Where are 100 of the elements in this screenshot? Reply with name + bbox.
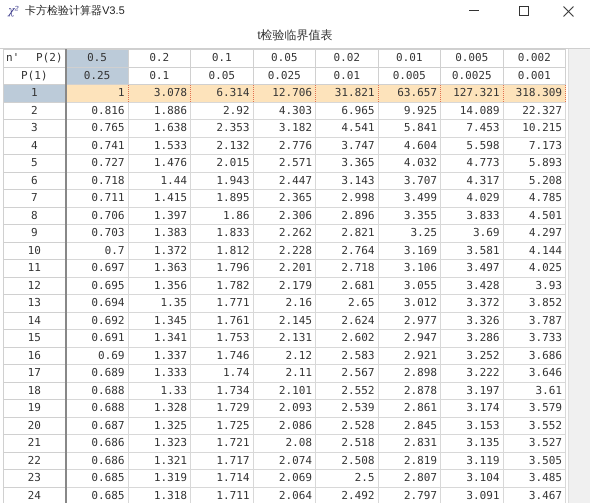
- table-cell: 2.306: [253, 207, 316, 224]
- row-header[interactable]: 10: [4, 242, 66, 260]
- row-header[interactable]: 13: [4, 294, 66, 312]
- row-header[interactable]: 18: [4, 382, 66, 400]
- row-header[interactable]: 2: [4, 102, 66, 120]
- table-cell: 1.74: [190, 364, 253, 382]
- column-header[interactable]: 0.001: [503, 67, 566, 84]
- table-cell: 2.878: [378, 382, 440, 400]
- table-cell: 1.812: [190, 242, 253, 260]
- column-header[interactable]: 0.02: [316, 50, 378, 67]
- table-cell: 2.998: [316, 190, 378, 207]
- table-cell: 6.965: [316, 102, 378, 120]
- column-header[interactable]: 0.0025: [440, 67, 503, 84]
- column-header[interactable]: 0.005: [378, 67, 440, 84]
- row-header[interactable]: 20: [4, 417, 66, 434]
- column-header[interactable]: 0.1: [128, 67, 190, 84]
- table-cell: 5.208: [503, 172, 566, 190]
- row-header[interactable]: 11: [4, 260, 66, 277]
- maximize-icon[interactable]: [519, 6, 529, 16]
- table-cell: 1.943: [190, 172, 253, 190]
- table-cell: 1.533: [128, 137, 190, 154]
- table-cell: 7.173: [503, 137, 566, 154]
- column-header[interactable]: 0.002: [503, 50, 566, 67]
- table-cell: 1.337: [128, 347, 190, 364]
- row-header[interactable]: 4: [4, 137, 66, 154]
- table-cell: 1.476: [128, 154, 190, 172]
- table-cell: 0.703: [66, 224, 128, 242]
- column-header[interactable]: 0.1: [190, 50, 253, 67]
- table-cell: 2.131: [253, 330, 316, 347]
- table-cell: 0.741: [66, 137, 128, 154]
- column-header[interactable]: 0.2: [128, 50, 190, 67]
- table-cell: 1.734: [190, 382, 253, 400]
- table-cell: 3.091: [440, 487, 503, 503]
- table-cell: 2.718: [316, 260, 378, 277]
- table-cell: 2.228: [253, 242, 316, 260]
- table-cell: 1.372: [128, 242, 190, 260]
- table-cell: 4.785: [503, 190, 566, 207]
- row-header[interactable]: 23: [4, 470, 66, 487]
- row-header[interactable]: 7: [4, 190, 66, 207]
- row-header[interactable]: 19: [4, 400, 66, 417]
- table-cell: 1.833: [190, 224, 253, 242]
- row-header[interactable]: 15: [4, 330, 66, 347]
- table-cell: 1.318: [128, 487, 190, 503]
- row-header[interactable]: 3: [4, 120, 66, 137]
- row-header[interactable]: 6: [4, 172, 66, 190]
- table-cell: 0.689: [66, 364, 128, 382]
- app-icon: χ²: [8, 2, 20, 20]
- column-header[interactable]: 0.05: [190, 67, 253, 84]
- column-header[interactable]: 0.5: [66, 50, 128, 67]
- column-header[interactable]: 0.005: [440, 50, 503, 67]
- row-header[interactable]: 21: [4, 434, 66, 452]
- table-cell: 2.12: [253, 347, 316, 364]
- table-cell: 0.685: [66, 470, 128, 487]
- table-cell: 1.397: [128, 207, 190, 224]
- minimize-icon[interactable]: [469, 10, 479, 12]
- table-cell: 1.363: [128, 260, 190, 277]
- row-header[interactable]: 24: [4, 487, 66, 503]
- table-cell: 1.771: [190, 294, 253, 312]
- table-cell: 2.624: [316, 312, 378, 330]
- column-header[interactable]: 0.05: [253, 50, 316, 67]
- table-cell: 1.725: [190, 417, 253, 434]
- close-icon[interactable]: [563, 6, 574, 16]
- table-cell: 0.685: [66, 487, 128, 503]
- table-cell: 2.977: [378, 312, 440, 330]
- table-cell: 3.182: [253, 120, 316, 137]
- row-header[interactable]: 8: [4, 207, 66, 224]
- row-header[interactable]: 12: [4, 277, 66, 294]
- table-cell: 1.341: [128, 330, 190, 347]
- table-cell: 2.552: [316, 382, 378, 400]
- row-header[interactable]: 5: [4, 154, 66, 172]
- column-header[interactable]: 0.25: [66, 67, 128, 84]
- column-header[interactable]: 0.01: [378, 50, 440, 67]
- table-cell: 3.365: [316, 154, 378, 172]
- table-cell: 0.718: [66, 172, 128, 190]
- table-cell: 2.583: [316, 347, 378, 364]
- table-cell: 4.501: [503, 207, 566, 224]
- table-cell: 3.119: [440, 452, 503, 470]
- table-cell: 2.921: [378, 347, 440, 364]
- row-header[interactable]: 22: [4, 452, 66, 470]
- row-header[interactable]: 14: [4, 312, 66, 330]
- table-cell: 1.746: [190, 347, 253, 364]
- table-cell: 2.16: [253, 294, 316, 312]
- row-header[interactable]: 9: [4, 224, 66, 242]
- row-header[interactable]: 1: [4, 84, 66, 102]
- table-cell: 1.86: [190, 207, 253, 224]
- table-cell: 0.727: [66, 154, 128, 172]
- table-cell: 0.691: [66, 330, 128, 347]
- table-cell: 3.69: [440, 224, 503, 242]
- table-cell: 2.101: [253, 382, 316, 400]
- table-cell: 2.764: [316, 242, 378, 260]
- row-header[interactable]: 16: [4, 347, 66, 364]
- row-header[interactable]: 17: [4, 364, 66, 382]
- table-cell: 1.33: [128, 382, 190, 400]
- table-cell: 3.174: [440, 400, 503, 417]
- table-cell: 3.93: [503, 277, 566, 294]
- table-cell: 63.657: [378, 84, 440, 102]
- table-cell: 2.65: [316, 294, 378, 312]
- column-header[interactable]: 0.025: [253, 67, 316, 84]
- column-header[interactable]: 0.01: [316, 67, 378, 84]
- table-cell: 2.681: [316, 277, 378, 294]
